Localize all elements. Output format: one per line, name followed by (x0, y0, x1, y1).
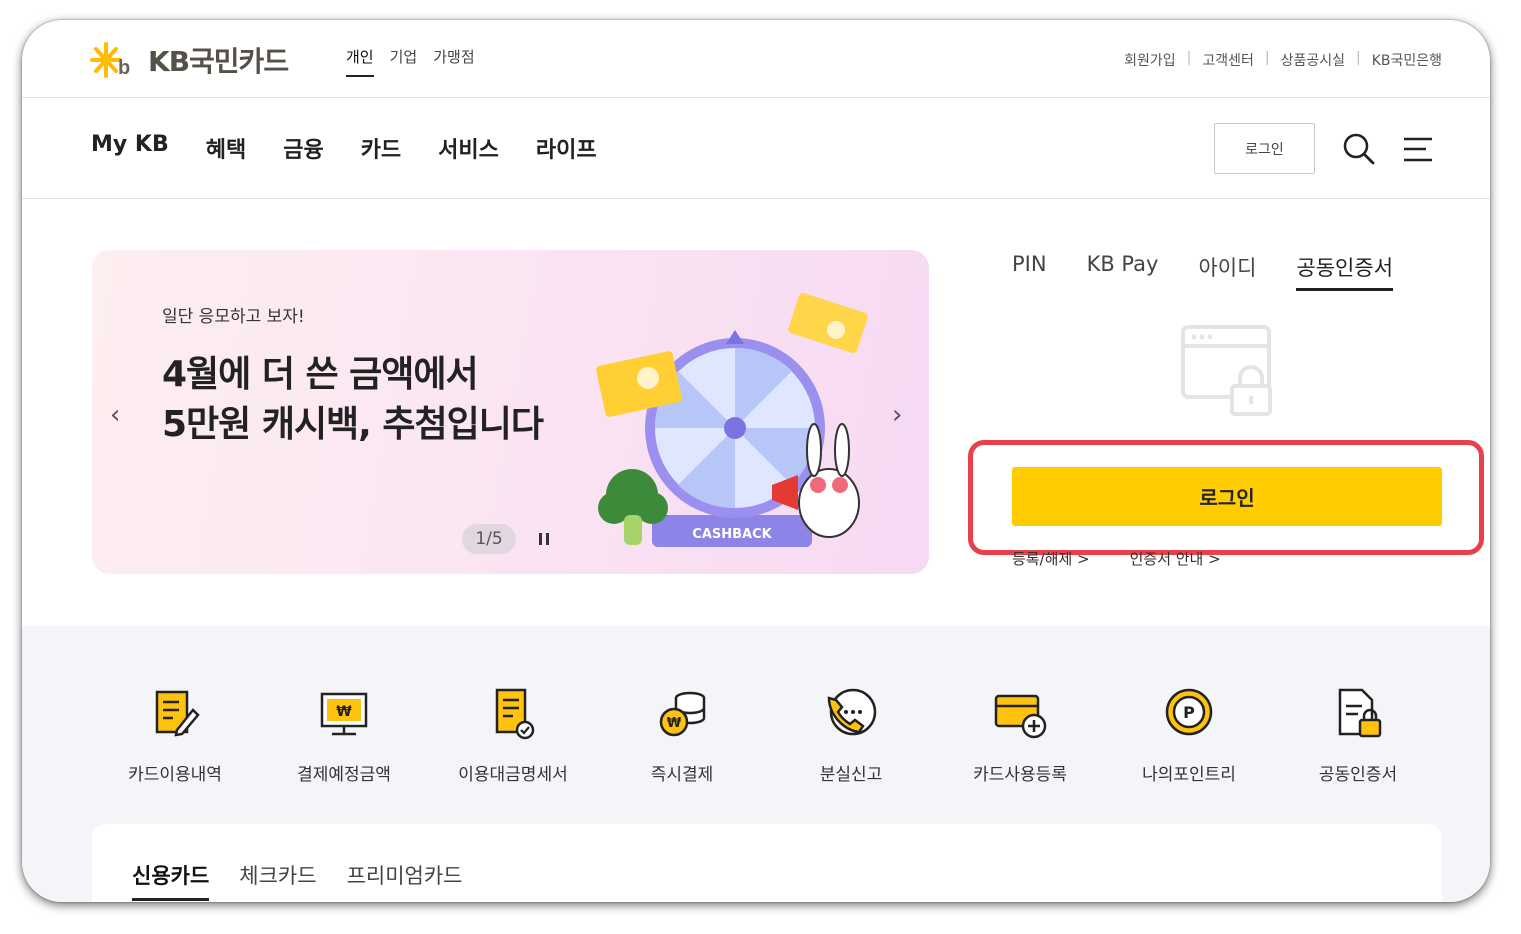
quick-label: 분실신고 (819, 765, 883, 785)
certificate-icon (1338, 688, 1382, 738)
nav-finance[interactable]: 금융 (283, 132, 323, 164)
auth-tab-certificate[interactable]: 공동인증서 (1296, 252, 1394, 291)
segment-tabs: 개인 기업 가맹점 (346, 46, 491, 77)
quick-statement[interactable]: 이용대금명세서 (433, 684, 593, 785)
auth-tab-kbpay[interactable]: KB Pay (1087, 252, 1159, 291)
lost-report-icon (827, 688, 877, 736)
tab-merchant[interactable]: 가맹점 (433, 46, 474, 77)
svg-text:₩: ₩ (336, 704, 352, 720)
kb-bank-link[interactable]: KB국민은행 (1372, 50, 1442, 70)
auth-tab-id[interactable]: 아이디 (1198, 252, 1256, 291)
quick-label: 결제예정금액 (297, 765, 391, 785)
payment-due-icon: ₩ (320, 692, 368, 736)
banner-next-arrow-icon[interactable]: › (892, 400, 902, 430)
quick-instant-pay[interactable]: ₩ 즉시결제 (602, 684, 762, 785)
wheel-label: CASHBACK (692, 527, 772, 542)
quick-label: 나의포인트리 (1142, 765, 1236, 785)
tab-premium-card[interactable]: 프리미엄카드 (347, 860, 463, 901)
quick-lost-report[interactable]: 분실신고 (771, 684, 931, 785)
pause-icon[interactable] (537, 532, 551, 546)
hamburger-menu-icon[interactable] (1402, 136, 1434, 164)
promo-banner[interactable]: 일단 응모하고 보자! 4월에 더 쓴 금액에서 5만원 캐시백, 추첨입니다 … (92, 250, 929, 574)
logo-text: KB국민카드 (148, 45, 289, 78)
quick-label: 즉시결제 (650, 765, 714, 785)
kb-logo[interactable]: b KB국민카드 (90, 40, 289, 80)
nav-benefits[interactable]: 혜택 (206, 132, 246, 164)
customer-center-link[interactable]: 고객센터 (1202, 50, 1254, 70)
auth-method-tabs: PIN KB Pay 아이디 공동인증서 (1012, 252, 1433, 291)
register-cancel-link[interactable]: 등록/해제 > (1012, 548, 1090, 569)
auth-links: 등록/해제 > 인증서 안내 > (1012, 548, 1261, 569)
tab-check-card[interactable]: 체크카드 (239, 860, 316, 901)
card-register-icon (994, 694, 1047, 739)
utility-links: 회원가입 | 고객센터 | 상품공시실 | KB국민은행 (1124, 50, 1442, 70)
certificate-login-button[interactable]: 로그인 (1012, 467, 1442, 526)
product-disclosure-link[interactable]: 상품공시실 (1281, 50, 1345, 70)
header-login-button[interactable]: 로그인 (1214, 123, 1315, 174)
quick-card-register[interactable]: 카드사용등록 (940, 684, 1100, 785)
tab-credit-card[interactable]: 신용카드 (132, 860, 210, 901)
quick-certificate[interactable]: 공동인증서 (1278, 684, 1438, 785)
quick-payment-due[interactable]: ₩ 결제예정금액 (264, 684, 424, 785)
quick-label: 공동인증서 (1318, 765, 1398, 785)
quick-label: 카드이용내역 (128, 765, 222, 785)
card-product-panel: 신용카드 체크카드 프리미엄카드 (92, 824, 1442, 902)
kb-star-icon: b (90, 42, 130, 79)
banner-title: 4월에 더 쓴 금액에서 5만원 캐시백, 추첨입니다 (162, 350, 544, 450)
signup-link[interactable]: 회원가입 (1124, 50, 1176, 70)
banner-prev-arrow-icon[interactable]: ‹ (110, 400, 120, 430)
quick-card-history[interactable]: 카드이용내역 (95, 684, 255, 785)
banner-subtitle: 일단 응모하고 보자! (162, 307, 305, 327)
instant-pay-icon: ₩ (659, 691, 706, 737)
tab-personal[interactable]: 개인 (346, 46, 374, 77)
auth-tab-pin[interactable]: PIN (1012, 252, 1047, 291)
card-history-icon (155, 690, 200, 737)
nav-my-kb[interactable]: My KB (91, 132, 169, 164)
quick-label: 카드사용등록 (973, 765, 1067, 785)
pointree-icon: P (1165, 688, 1213, 736)
certificate-guide-link[interactable]: 인증서 안내 > (1130, 548, 1221, 569)
utility-bar: b KB국민카드 개인 기업 가맹점 회원가입 | 고객센터 | 상품공시실 | KB… (22, 20, 1490, 98)
quick-pointree[interactable]: P 나의포인트리 (1109, 684, 1269, 785)
main-nav: My KB 혜택 금융 카드 서비스 라이프 로그인 (22, 98, 1490, 199)
banner-title-line2: 5만원 캐시백, 추첨입니다 (162, 404, 544, 445)
quick-menu: 카드이용내역 ₩ 결제예정금액 이용대금명세서 ₩ 즉시결제 분실신고 카드사용… (22, 626, 1490, 902)
quick-label: 이용대금명세서 (458, 765, 568, 785)
svg-text:₩: ₩ (667, 716, 682, 731)
svg-text:b: b (118, 57, 130, 79)
tab-corporate[interactable]: 기업 (390, 46, 418, 77)
search-icon[interactable] (1342, 132, 1376, 166)
banner-title-line1: 4월에 더 쓴 금액에서 (162, 354, 479, 395)
banner-pager: 1/5 (462, 524, 516, 554)
browser-frame: b KB국민카드 개인 기업 가맹점 회원가입 | 고객센터 | 상품공시실 | KB… (22, 20, 1490, 902)
nav-card[interactable]: 카드 (361, 132, 401, 164)
statement-icon (495, 688, 535, 740)
svg-text:P: P (1183, 703, 1195, 722)
roulette-illustration: CASHBACK (596, 292, 868, 547)
certificate-lock-icon (1181, 325, 1272, 416)
nav-service[interactable]: 서비스 (438, 132, 499, 164)
nav-life[interactable]: 라이프 (536, 132, 597, 164)
